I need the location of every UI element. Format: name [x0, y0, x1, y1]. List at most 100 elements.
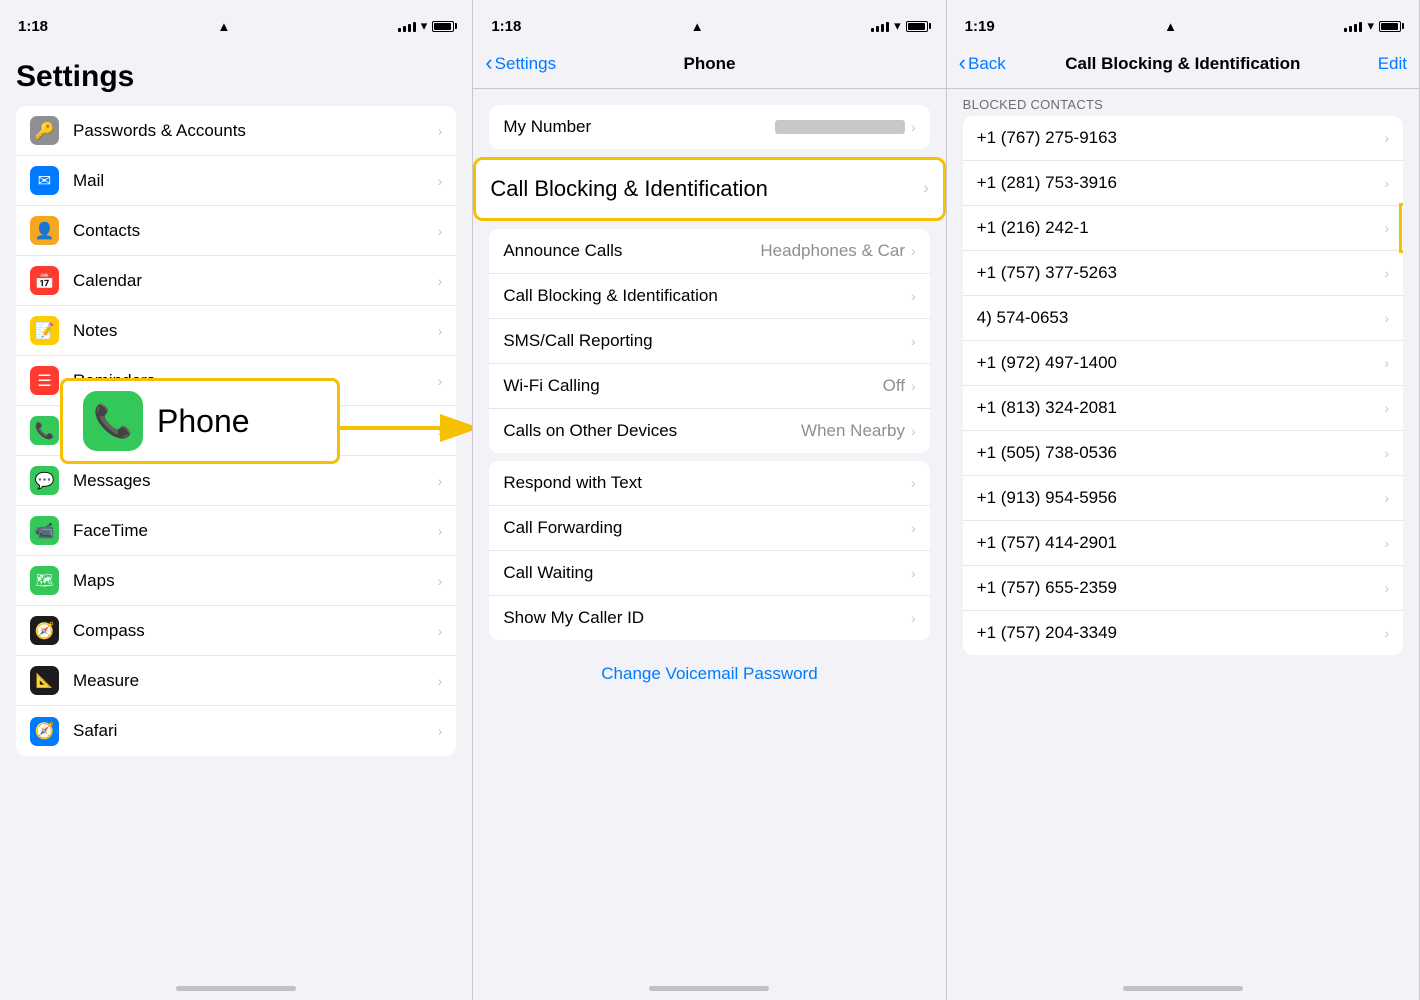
blocked-row-c11[interactable]: +1 (757) 655-2359 ›: [963, 566, 1403, 611]
messages-label: Messages: [73, 471, 438, 491]
phone-nav-title: Phone: [684, 54, 736, 74]
wifi-icon-2: ▾: [894, 18, 901, 34]
blocked-chevron-c5: ›: [1384, 310, 1389, 326]
blocked-row-c7[interactable]: +1 (813) 324-2081 ›: [963, 386, 1403, 431]
passwords-chevron: ›: [438, 123, 443, 139]
settings-row-notes[interactable]: 📝 Notes ›: [16, 306, 456, 356]
status-icons-3: ▾: [1344, 18, 1401, 34]
passwords-label: Passwords & Accounts: [73, 121, 438, 141]
calendar-label: Calendar: [73, 271, 438, 291]
maps-icon: 🗺: [30, 566, 59, 595]
forwarding-label: Call Forwarding: [503, 518, 622, 538]
blocked-row-c8[interactable]: +1 (505) 738-0536 ›: [963, 431, 1403, 476]
phone-row-forwarding[interactable]: Call Forwarding ›: [489, 506, 929, 551]
my-number-chevron: ›: [911, 119, 916, 135]
measure-chevron: ›: [438, 673, 443, 689]
blocked-row-c4[interactable]: +1 (757) 377-5263 ›: [963, 251, 1403, 296]
settings-row-safari[interactable]: 🧭 Safari ›: [16, 706, 456, 756]
blocked-number-c12: +1 (757) 204-3349: [977, 623, 1117, 643]
safari-icon: 🧭: [30, 717, 59, 746]
blocked-section-header: BLOCKED CONTACTS: [947, 89, 1419, 116]
call-blocking2-label: Call Blocking & Identification: [503, 286, 718, 306]
status-bar-1: 1:18 ▲ ▾: [0, 0, 472, 44]
respond-right: ›: [911, 475, 916, 491]
status-time-2: 1:18: [491, 18, 521, 35]
phone-section-mynumber: My Number ›: [489, 105, 929, 149]
calls-other-label: Calls on Other Devices: [503, 421, 677, 441]
blocked-chevron-c4: ›: [1384, 265, 1389, 281]
blocked-row-c1[interactable]: +1 (767) 275-9163 ›: [963, 116, 1403, 161]
blocked-row-c6[interactable]: +1 (972) 497-1400 ›: [963, 341, 1403, 386]
compass-label: Compass: [73, 621, 438, 641]
blocked-nav-bar: ‹ Back Call Blocking & Identification Ed…: [947, 44, 1419, 88]
blocked-row-c2[interactable]: +1 (281) 753-3916 ›: [963, 161, 1403, 206]
reminders-icon: ☰: [30, 366, 59, 395]
settings-row-facetime[interactable]: 📹 FaceTime ›: [16, 506, 456, 556]
phone-row-sms[interactable]: SMS/Call Reporting ›: [489, 319, 929, 364]
mail-chevron: ›: [438, 173, 443, 189]
phone-row-call-blocking2[interactable]: Call Blocking & Identification ›: [489, 274, 929, 319]
facetime-chevron: ›: [438, 523, 443, 539]
blocked-row-c5[interactable]: 4) 574-0653 › Unblock: [963, 296, 1403, 341]
phone-row-waiting[interactable]: Call Waiting ›: [489, 551, 929, 596]
phone-section-announce: Announce Calls Headphones & Car › Call B…: [489, 229, 929, 453]
blocked-number-c11: +1 (757) 655-2359: [977, 578, 1117, 598]
home-indicator-2: [473, 980, 945, 1000]
phone-row-mynumber[interactable]: My Number ›: [489, 105, 929, 149]
back-to-phone[interactable]: ‹ Back: [959, 54, 1006, 74]
settings-row-passwords[interactable]: 🔑 Passwords & Accounts ›: [16, 106, 456, 156]
settings-row-compass[interactable]: 🧭 Compass ›: [16, 606, 456, 656]
battery-icon-3: [1379, 21, 1401, 32]
call-blocking-highlight-label: Call Blocking & Identification: [490, 176, 768, 202]
phone-row-respond[interactable]: Respond with Text ›: [489, 461, 929, 506]
notes-chevron: ›: [438, 323, 443, 339]
blocked-row-c12[interactable]: +1 (757) 204-3349 ›: [963, 611, 1403, 655]
mail-label: Mail: [73, 171, 438, 191]
blocked-chevron-c11: ›: [1384, 580, 1389, 596]
sms-right: ›: [911, 333, 916, 349]
phone-row-announce[interactable]: Announce Calls Headphones & Car ›: [489, 229, 929, 274]
my-number-label: My Number: [503, 117, 591, 137]
voicemail-link[interactable]: Change Voicemail Password: [473, 648, 945, 700]
wifi-right: Off ›: [883, 376, 916, 396]
blocked-chevron-c10: ›: [1384, 535, 1389, 551]
wifi-icon-3: ▾: [1367, 18, 1374, 34]
announce-label: Announce Calls: [503, 241, 622, 261]
phone-settings-chevron: ›: [438, 423, 443, 439]
blocked-contacts-section: +1 (767) 275-9163 › +1 (281) 753-3916 › …: [963, 116, 1403, 655]
phone-row-call-blocking-highlight[interactable]: Call Blocking & Identification ›: [476, 160, 942, 218]
settings-row-mail[interactable]: ✉ Mail ›: [16, 156, 456, 206]
messages-chevron: ›: [438, 473, 443, 489]
compass-icon: 🧭: [30, 616, 59, 645]
settings-row-calendar[interactable]: 📅 Calendar ›: [16, 256, 456, 306]
forwarding-chevron: ›: [911, 520, 916, 536]
announce-right: Headphones & Car ›: [760, 241, 915, 261]
phone-row-wifi[interactable]: Wi-Fi Calling Off ›: [489, 364, 929, 409]
sms-chevron: ›: [911, 333, 916, 349]
signal-icon-1: [398, 20, 416, 32]
call-blocking-highlight-right: ›: [923, 180, 928, 198]
settings-row-maps[interactable]: 🗺 Maps ›: [16, 556, 456, 606]
settings-panel: 1:18 ▲ ▾ Settings 🔑 Passwords & Accounts…: [0, 0, 473, 1000]
settings-row-measure[interactable]: 📐 Measure ›: [16, 656, 456, 706]
contacts-icon: 👤: [30, 216, 59, 245]
passwords-icon: 🔑: [30, 116, 59, 145]
signal-icon-3: [1344, 20, 1362, 32]
blocked-row-c3[interactable]: +1 (216) 242-1 › Unblock: [963, 206, 1403, 251]
blocked-row-c9[interactable]: +1 (913) 954-5956 ›: [963, 476, 1403, 521]
edit-button[interactable]: Edit: [1378, 54, 1407, 74]
settings-row-contacts[interactable]: 👤 Contacts ›: [16, 206, 456, 256]
call-blocking-highlight-section: Call Blocking & Identification ›: [473, 157, 945, 221]
back-to-settings[interactable]: ‹ Settings: [485, 54, 556, 74]
back-label-2: Settings: [495, 54, 556, 74]
maps-label: Maps: [73, 571, 438, 591]
blocked-number-c7: +1 (813) 324-2081: [977, 398, 1117, 418]
phone-row-calls-other[interactable]: Calls on Other Devices When Nearby ›: [489, 409, 929, 453]
status-bar-3: 1:19 ▲ ▾: [947, 0, 1419, 44]
status-time-3: 1:19: [965, 18, 995, 35]
blocked-row-c10[interactable]: +1 (757) 414-2901 ›: [963, 521, 1403, 566]
measure-icon: 📐: [30, 666, 59, 695]
status-icons-1: ▾: [398, 18, 455, 34]
phone-row-callerid[interactable]: Show My Caller ID ›: [489, 596, 929, 640]
waiting-right: ›: [911, 565, 916, 581]
